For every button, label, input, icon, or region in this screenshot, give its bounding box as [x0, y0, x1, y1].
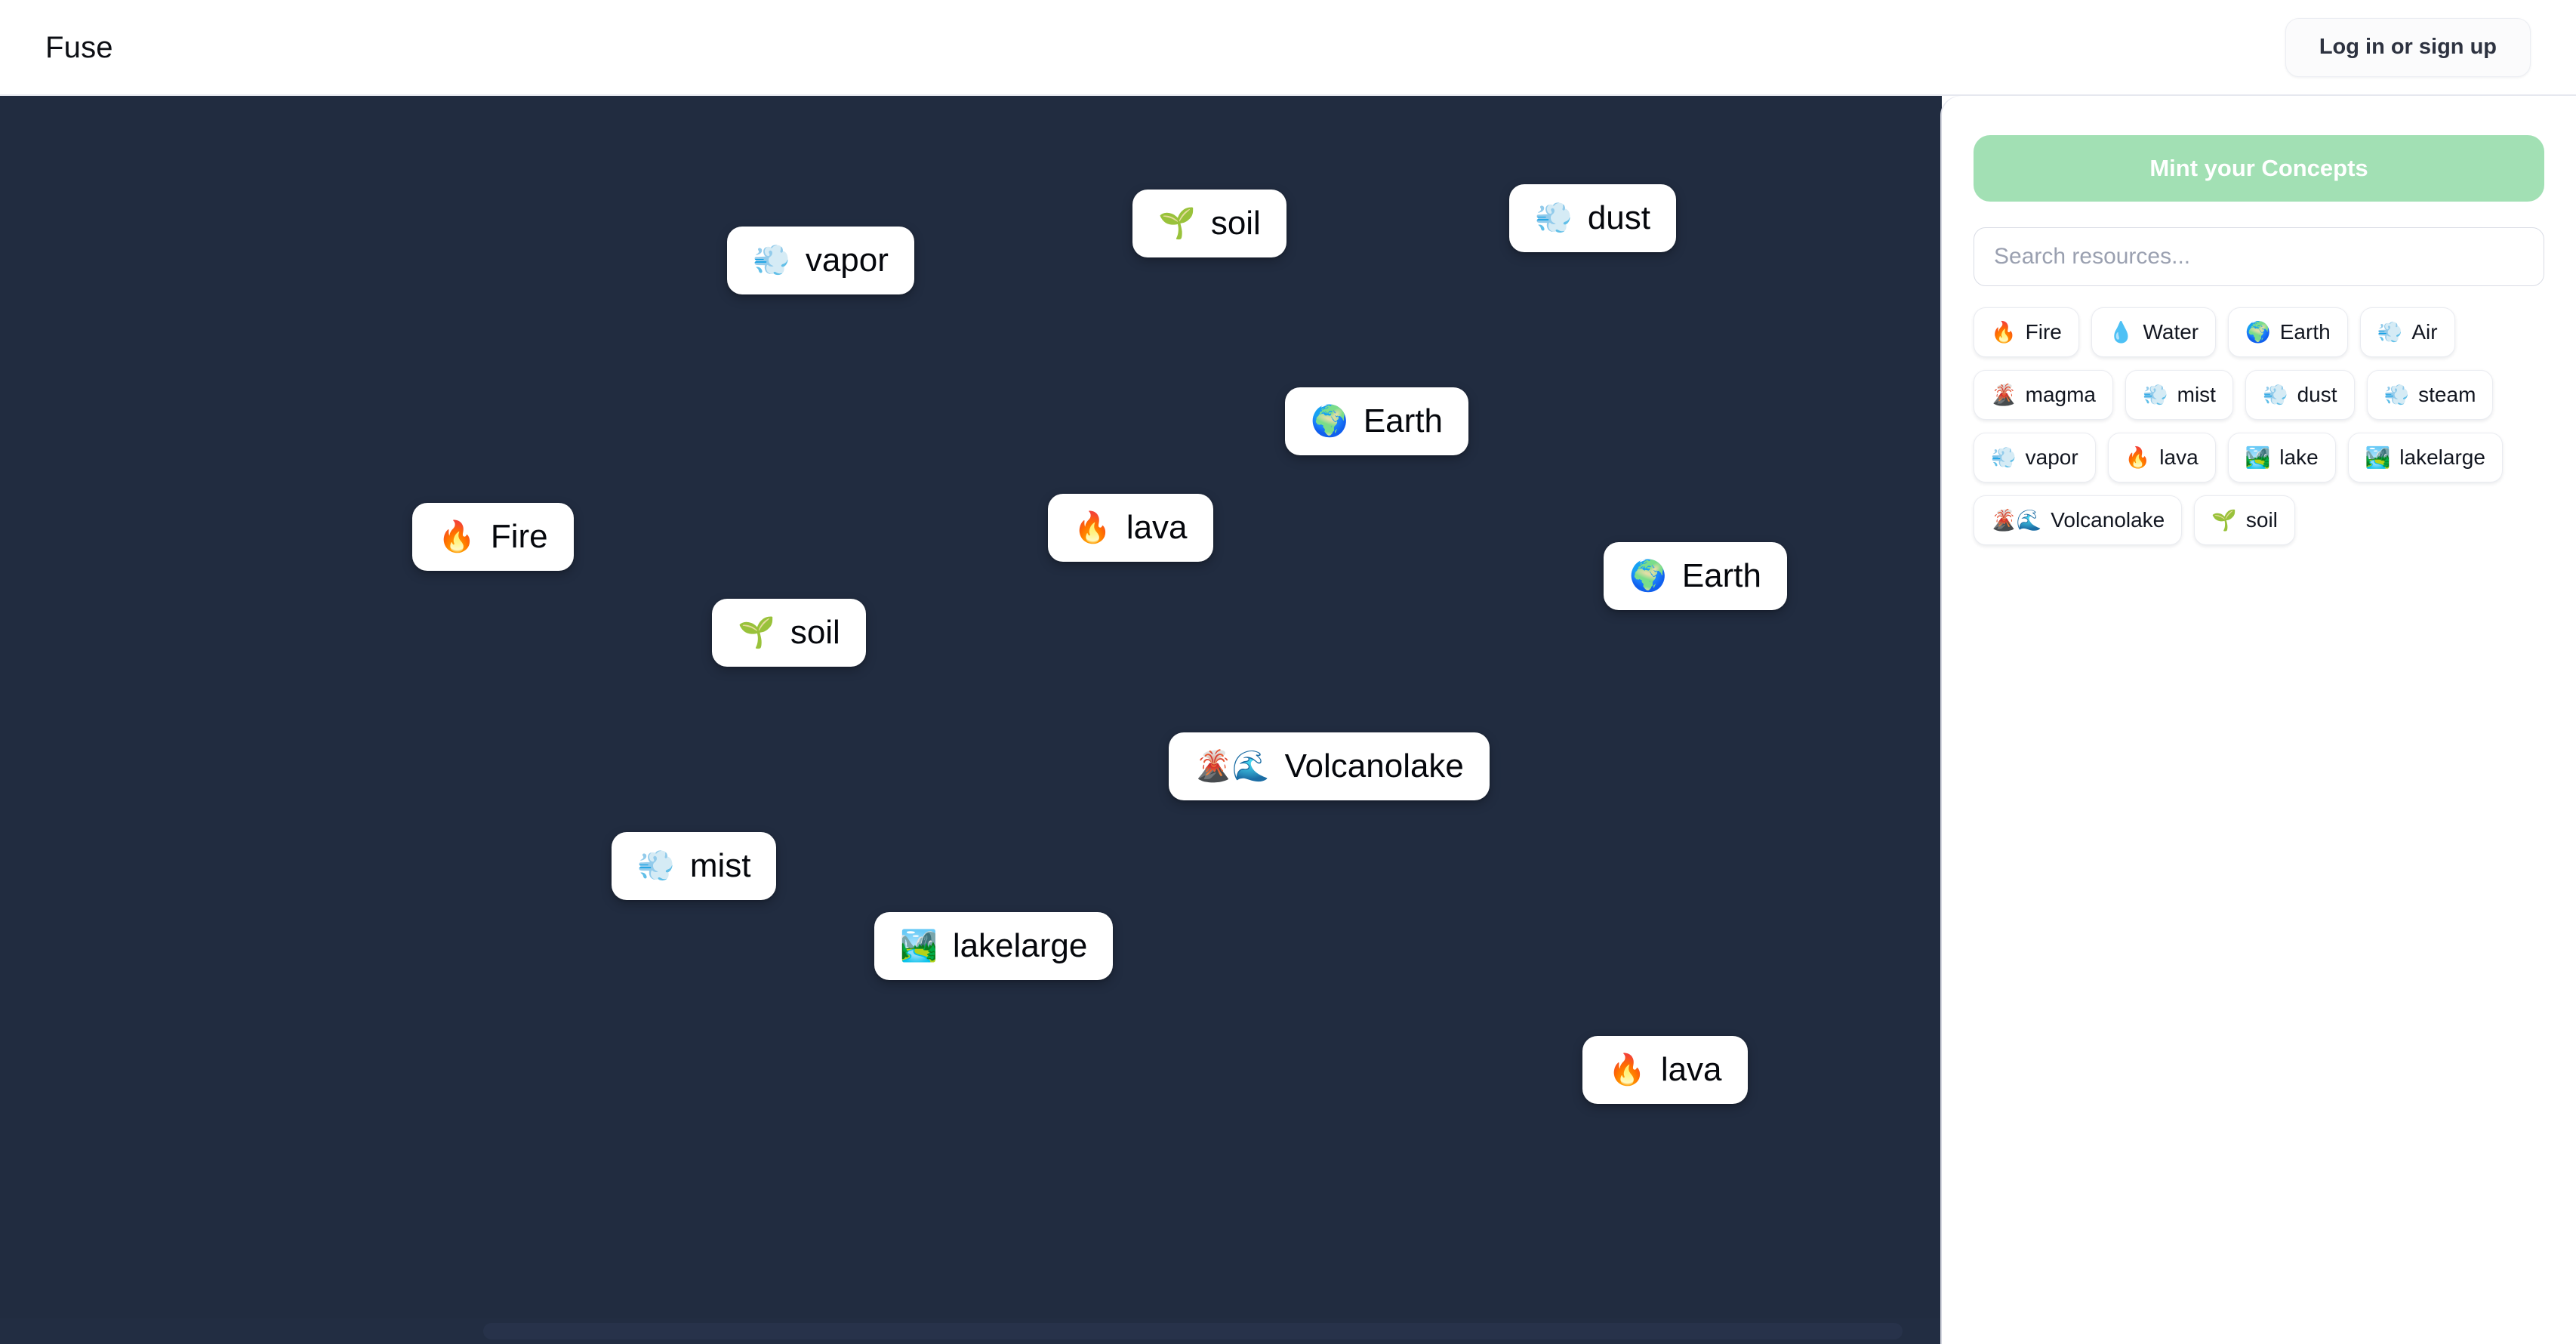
login-signup-button[interactable]: Log in or sign up — [2285, 17, 2531, 77]
resource-chip[interactable]: 🌋 magma — [1974, 370, 2113, 420]
volcano-emoji: 🌋 — [1991, 383, 2017, 406]
fire-emoji: 🔥 — [1608, 1053, 1646, 1087]
scrollbar-thumb[interactable] — [483, 1323, 1903, 1339]
resource-chip[interactable]: 💨 Air — [2359, 307, 2455, 357]
dash-wind-emoji: 💨 — [2262, 383, 2288, 406]
concept-node[interactable]: 💨 mist — [612, 832, 777, 901]
concept-node[interactable]: 🌍 Earth — [1285, 387, 1468, 456]
concept-node-label: soil — [1210, 205, 1261, 242]
concept-canvas[interactable]: 💨 vapor 🌱 soil 💨 dust 🌍 Earth 🔥 Fire 🔥 lava 🌍 Earth 🌱 s… — [0, 96, 1942, 1344]
resource-chip-label: lake — [2279, 445, 2319, 469]
landscape-emoji: 🏞️ — [900, 929, 938, 963]
resource-chip-label: Air — [2411, 320, 2438, 344]
resource-chip-label: Earth — [2279, 320, 2331, 344]
resource-chip[interactable]: 🌋🌊 Volcanolake — [1974, 495, 2183, 545]
fire-emoji: 🔥 — [2125, 445, 2151, 469]
concept-node-label: dust — [1587, 199, 1650, 236]
volcano-wave-emoji: 🌋🌊 — [1194, 750, 1270, 784]
concept-node-label: soil — [790, 614, 840, 651]
seedling-emoji: 🌱 — [738, 616, 775, 650]
resource-chip[interactable]: 🏞️ lakelarge — [2347, 433, 2503, 482]
resource-chip-label: soil — [2245, 508, 2278, 532]
fire-emoji: 🔥 — [1074, 511, 1111, 545]
concept-node[interactable]: 🌍 Earth — [1604, 542, 1787, 611]
resource-chip[interactable]: 💨 steam — [2366, 370, 2494, 420]
resource-chip[interactable]: 💨 mist — [2125, 370, 2233, 420]
landscape-emoji: 🏞️ — [2365, 445, 2391, 469]
concept-node[interactable]: 🌱 soil — [712, 599, 866, 667]
dash-wind-emoji: 💨 — [1535, 202, 1573, 236]
mint-concepts-button[interactable]: Mint your Concepts — [1974, 135, 2544, 202]
earth-globe-emoji: 🌍 — [1629, 559, 1667, 593]
dash-wind-emoji: 💨 — [2377, 320, 2403, 344]
resource-chip-label: Water — [2143, 320, 2199, 344]
fire-emoji: 🔥 — [438, 520, 476, 554]
resources-sidebar: Mint your Concepts 🔥 Fire 💧 Water 🌍 Earth 💨 Air… — [1942, 96, 2576, 1344]
search-field-wrapper — [1974, 227, 2544, 286]
resource-chip-label: mist — [2177, 383, 2216, 406]
earth-globe-emoji: 🌍 — [1311, 405, 1348, 439]
canvas-horizontal-scrollbar[interactable] — [0, 1318, 1942, 1344]
resource-chip[interactable]: 🏞️ lake — [2227, 433, 2336, 482]
concept-node-label: Earth — [1363, 402, 1443, 439]
concept-node[interactable]: 🌋🌊 Volcanolake — [1169, 732, 1490, 801]
concept-node[interactable]: 🔥 lava — [1582, 1036, 1748, 1105]
concept-node-label: lakelarge — [952, 927, 1088, 964]
resource-chip[interactable]: 💧 Water — [2091, 307, 2217, 357]
resource-chip-label: Volcanolake — [2051, 508, 2165, 532]
resource-chip-label: Fire — [2025, 320, 2062, 344]
landscape-emoji: 🏞️ — [2245, 445, 2271, 469]
resource-chip-label: lakelarge — [2399, 445, 2485, 469]
dash-wind-emoji: 💨 — [2143, 383, 2168, 406]
resource-chip-label: vapor — [2025, 445, 2078, 469]
volcano-wave-emoji: 🌋🌊 — [1991, 508, 2042, 532]
concept-node[interactable]: 🔥 Fire — [412, 503, 574, 572]
concept-node[interactable]: 💨 vapor — [727, 227, 914, 295]
droplet-emoji: 💧 — [2108, 320, 2134, 344]
concept-node[interactable]: 💨 dust — [1509, 184, 1676, 253]
concept-node-label: vapor — [805, 242, 889, 279]
dash-wind-emoji: 💨 — [2383, 383, 2410, 406]
app-root: Fuse Log in or sign up 💨 vapor 🌱 soil 💨 dust 🌍… — [0, 0, 2576, 1344]
fire-emoji: 🔥 — [1991, 320, 2017, 344]
concept-node-label: lava — [1660, 1051, 1722, 1088]
brand-title: Fuse — [45, 30, 113, 64]
concept-node-label: Fire — [490, 518, 548, 555]
resource-chip-label: steam — [2418, 383, 2476, 406]
resource-chip-list: 🔥 Fire 💧 Water 🌍 Earth 💨 Air 🌋 magma 💨 mist 💨 dust 💨 st… — [1974, 307, 2544, 545]
concept-node-label: lava — [1126, 509, 1188, 546]
seedling-emoji: 🌱 — [2211, 508, 2237, 532]
resource-chip[interactable]: 🌍 Earth — [2228, 307, 2348, 357]
resource-chip[interactable]: 💨 vapor — [1974, 433, 2096, 482]
resource-chip[interactable]: 🔥 lava — [2107, 433, 2216, 482]
resource-chip-label: lava — [2159, 445, 2199, 469]
resource-chip[interactable]: 🔥 Fire — [1974, 307, 2079, 357]
resource-chip[interactable]: 💨 dust — [2245, 370, 2355, 420]
concept-node-label: mist — [689, 847, 751, 884]
earth-globe-emoji: 🌍 — [2245, 320, 2271, 344]
concept-node[interactable]: 🌱 soil — [1132, 190, 1286, 258]
resource-chip[interactable]: 🌱 soil — [2194, 495, 2295, 545]
resource-chip-label: magma — [2025, 383, 2096, 406]
concept-node[interactable]: 🔥 lava — [1048, 494, 1213, 563]
dash-wind-emoji: 💨 — [753, 244, 790, 278]
seedling-emoji: 🌱 — [1158, 207, 1196, 241]
concept-node-label: Volcanolake — [1284, 748, 1464, 785]
resource-chip-label: dust — [2297, 383, 2337, 406]
dash-wind-emoji: 💨 — [1991, 445, 2017, 469]
concept-node-label: Earth — [1681, 557, 1761, 594]
search-resources-input[interactable] — [1974, 227, 2544, 286]
dash-wind-emoji: 💨 — [637, 849, 675, 883]
concept-node[interactable]: 🏞️ lakelarge — [874, 912, 1114, 981]
app-header: Fuse Log in or sign up — [0, 0, 2576, 96]
